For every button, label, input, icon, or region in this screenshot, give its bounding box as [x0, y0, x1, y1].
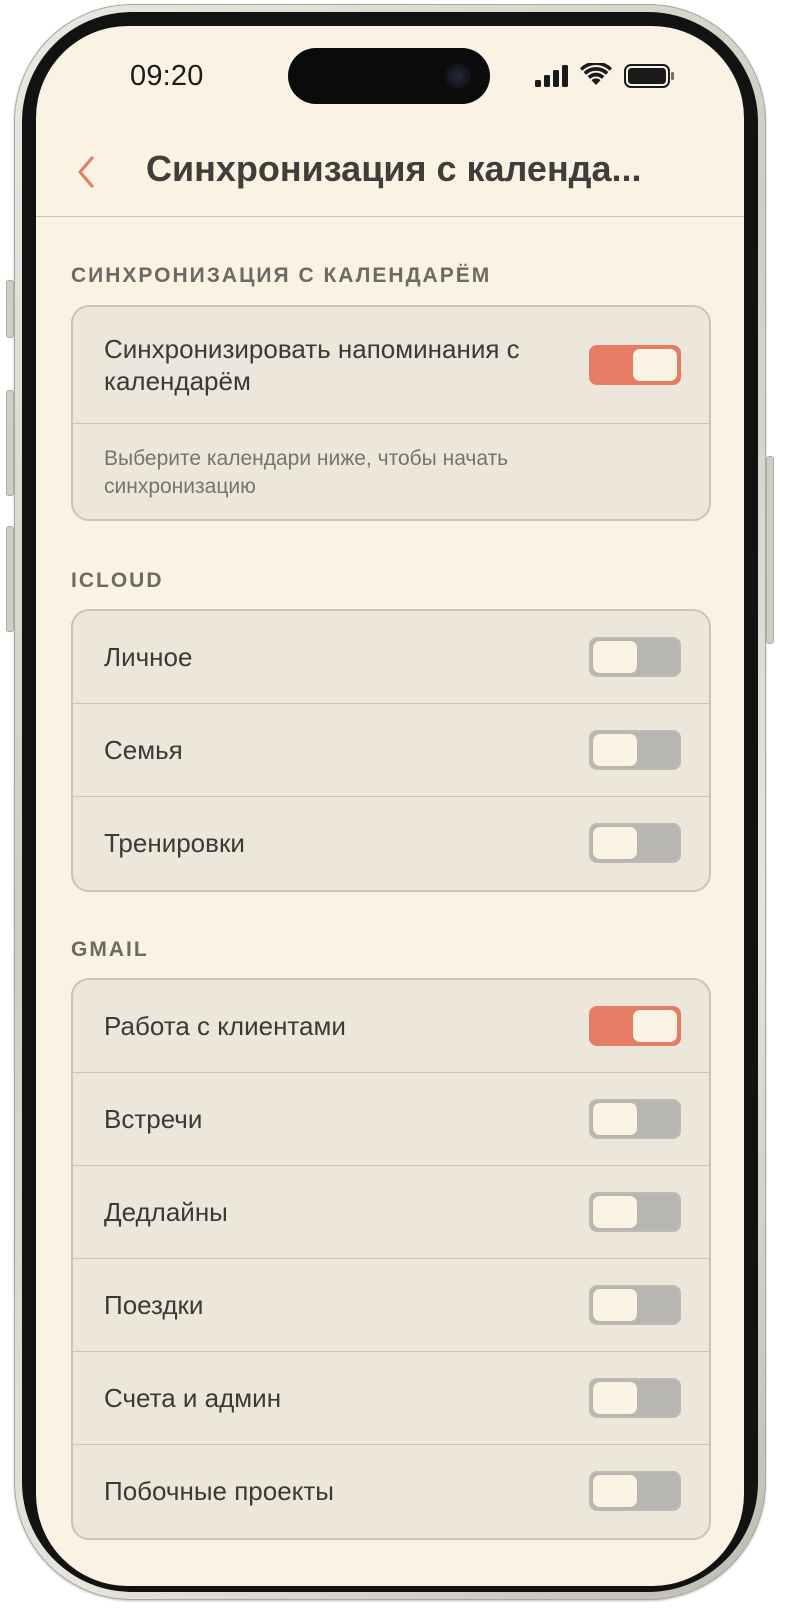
toggle-knob — [593, 1103, 637, 1135]
gmail-card: Работа с клиентами Встречи Дедлайны Поез… — [71, 978, 711, 1540]
calendar-row: Личное — [73, 611, 709, 704]
dynamic-island — [288, 48, 490, 104]
calendar-label: Тренировки — [104, 828, 245, 858]
action-button — [6, 280, 14, 338]
toggle-knob — [593, 827, 637, 859]
calendar-sync-card: Синхронизировать напоминания с календарё… — [71, 305, 711, 521]
toggle-knob — [633, 1010, 677, 1042]
calendar-row: Счета и админ — [73, 1352, 709, 1445]
calendar-label: Встречи — [104, 1104, 203, 1134]
sync-hint-row: Выберите календари ниже, чтобы начать си… — [73, 424, 709, 519]
calendar-label: Работа с клиентами — [104, 1011, 346, 1041]
calendar-toggle[interactable] — [589, 1192, 681, 1232]
calendar-toggle[interactable] — [589, 730, 681, 770]
volume-down-button — [6, 526, 14, 632]
screen: 09:20 Синхронизация с календа... СИНХРОН… — [36, 26, 744, 1586]
sync-hint-text: Выберите календари ниже, чтобы начать си… — [104, 447, 509, 498]
sync-reminders-label: Синхронизировать напоминания с календарё… — [104, 334, 520, 396]
calendar-label: Побочные проекты — [104, 1476, 334, 1506]
calendar-toggle[interactable] — [589, 823, 681, 863]
calendar-label: Счета и админ — [104, 1383, 282, 1413]
calendar-toggle[interactable] — [589, 1099, 681, 1139]
sync-reminders-toggle[interactable] — [589, 345, 681, 385]
volume-up-button — [6, 390, 14, 496]
calendar-row: Семья — [73, 704, 709, 797]
toggle-knob — [593, 1382, 637, 1414]
calendar-toggle[interactable] — [589, 1285, 681, 1325]
toggle-knob — [593, 1475, 637, 1507]
calendar-label: Поездки — [104, 1290, 204, 1320]
page-title: Синхронизация с календа... — [146, 148, 642, 189]
cellular-signal-icon — [535, 65, 568, 87]
calendar-row: Тренировки — [73, 797, 709, 890]
toggle-knob — [593, 1289, 637, 1321]
calendar-label: Личное — [104, 642, 193, 672]
section-header-gmail: GMAIL — [71, 938, 149, 961]
toggle-knob — [593, 641, 637, 673]
calendar-toggle[interactable] — [589, 1378, 681, 1418]
wifi-icon — [580, 63, 612, 85]
status-icons — [534, 62, 684, 92]
toggle-knob — [593, 1196, 637, 1228]
calendar-label: Дедлайны — [104, 1197, 228, 1227]
calendar-toggle[interactable] — [589, 1006, 681, 1046]
chevron-left-icon — [78, 156, 94, 188]
calendar-label: Семья — [104, 735, 183, 765]
icloud-card: Личное Семья Тренировки — [71, 609, 711, 892]
calendar-row: Работа с клиентами — [73, 980, 709, 1073]
toggle-knob — [633, 349, 677, 381]
status-time: 09:20 — [130, 60, 204, 92]
calendar-row: Дедлайны — [73, 1166, 709, 1259]
calendar-toggle[interactable] — [589, 1471, 681, 1511]
calendar-row: Поездки — [73, 1259, 709, 1352]
section-header-icloud: ICLOUD — [71, 569, 164, 592]
sync-reminders-row: Синхронизировать напоминания с календарё… — [73, 307, 709, 424]
calendar-row: Встречи — [73, 1073, 709, 1166]
battery-icon — [624, 64, 674, 88]
toggle-knob — [593, 734, 637, 766]
section-header-calendar-sync: СИНХРОНИЗАЦИЯ С КАЛЕНДАРЁМ — [71, 264, 492, 287]
camera-icon — [445, 63, 471, 89]
back-button[interactable] — [70, 150, 106, 194]
power-button — [766, 456, 774, 644]
calendar-toggle[interactable] — [589, 637, 681, 677]
navigation-bar: Синхронизация с календа... — [36, 134, 744, 217]
calendar-row: Побочные проекты — [73, 1445, 709, 1538]
